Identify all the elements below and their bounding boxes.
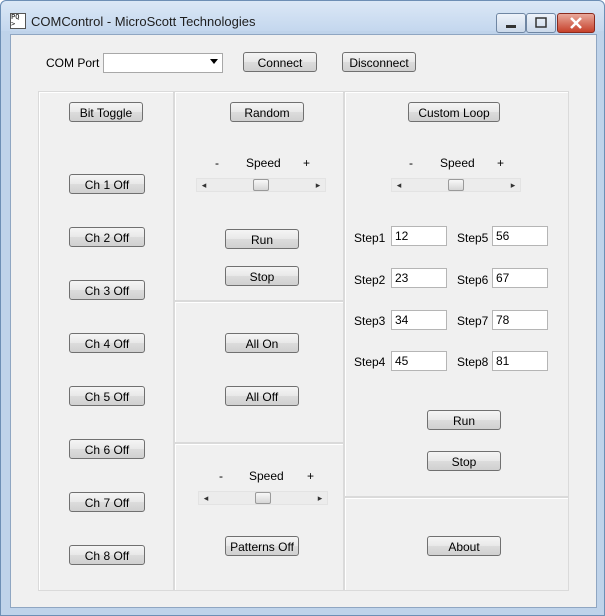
ch4-toggle-button[interactable]: Ch 4 Off [69,333,145,353]
com-port-select[interactable] [103,53,223,73]
custom-speed-minus-label: - [409,156,413,170]
minimize-button[interactable] [496,13,526,33]
step2-label: Step2 [354,273,386,287]
random-button[interactable]: Random [230,102,304,122]
step4-label: Step4 [354,355,386,369]
slider-thumb[interactable] [253,179,269,191]
step3-input[interactable]: 34 [391,310,447,330]
all-panel [174,301,344,443]
close-icon [570,17,582,29]
app-window: PQ > COMControl - MicroScott Technologie… [0,0,605,616]
arrow-right-icon[interactable]: ▸ [312,179,324,191]
ch8-toggle-button[interactable]: Ch 8 Off [69,545,145,565]
step8-input[interactable]: 81 [492,351,548,371]
minimize-icon [506,25,516,28]
step5-input[interactable]: 56 [492,226,548,246]
title-bar[interactable]: PQ > COMControl - MicroScott Technologie… [1,1,604,33]
ch2-toggle-button[interactable]: Ch 2 Off [69,227,145,247]
step8-label: Step8 [457,355,489,369]
arrow-right-icon[interactable]: ▸ [507,179,519,191]
connect-button[interactable]: Connect [243,52,317,72]
random-run-button[interactable]: Run [225,229,299,249]
about-button[interactable]: About [427,536,501,556]
step2-input[interactable]: 23 [391,268,447,288]
arrow-left-icon[interactable]: ◂ [200,492,212,504]
disconnect-button[interactable]: Disconnect [342,52,416,72]
step7-input[interactable]: 78 [492,310,548,330]
step6-input[interactable]: 67 [492,268,548,288]
close-button[interactable] [557,13,595,33]
custom-loop-button[interactable]: Custom Loop [408,102,500,122]
patterns-panel [174,443,344,591]
patterns-speed-label: Speed [249,469,284,483]
custom-stop-button[interactable]: Stop [427,451,501,471]
maximize-icon [535,17,547,28]
ch1-toggle-button[interactable]: Ch 1 Off [69,174,145,194]
random-speed-label: Speed [246,156,281,170]
arrow-left-icon[interactable]: ◂ [393,179,405,191]
maximize-button[interactable] [526,13,556,33]
custom-speed-label: Speed [440,156,475,170]
step5-label: Step5 [457,231,489,245]
com-port-label: COM Port [46,56,100,70]
client-area: COM Port Connect Disconnect Bit Toggle C… [10,34,597,608]
bit-toggle-button[interactable]: Bit Toggle [69,102,143,122]
all-off-button[interactable]: All Off [225,386,299,406]
random-speed-slider[interactable]: ◂ ▸ [196,178,326,192]
step6-label: Step6 [457,273,489,287]
custom-speed-slider[interactable]: ◂ ▸ [391,178,521,192]
arrow-left-icon[interactable]: ◂ [198,179,210,191]
custom-loop-panel [344,91,569,497]
step7-label: Step7 [457,314,489,328]
arrow-right-icon[interactable]: ▸ [314,492,326,504]
step1-input[interactable]: 12 [391,226,447,246]
patterns-off-button[interactable]: Patterns Off [225,536,299,556]
chevron-down-icon [210,59,218,64]
window-title: COMControl - MicroScott Technologies [31,14,256,29]
custom-run-button[interactable]: Run [427,410,501,430]
step1-label: Step1 [354,231,386,245]
random-speed-plus-label: + [303,156,311,170]
slider-thumb[interactable] [448,179,464,191]
slider-thumb[interactable] [255,492,271,504]
step3-label: Step3 [354,314,386,328]
app-icon: PQ > [10,13,26,29]
patterns-speed-minus-label: - [219,469,223,483]
ch6-toggle-button[interactable]: Ch 6 Off [69,439,145,459]
ch5-toggle-button[interactable]: Ch 5 Off [69,386,145,406]
step4-input[interactable]: 45 [391,351,447,371]
random-speed-minus-label: - [215,156,219,170]
custom-speed-plus-label: + [497,156,505,170]
patterns-speed-slider[interactable]: ◂ ▸ [198,491,328,505]
ch3-toggle-button[interactable]: Ch 3 Off [69,280,145,300]
random-stop-button[interactable]: Stop [225,266,299,286]
all-on-button[interactable]: All On [225,333,299,353]
ch7-toggle-button[interactable]: Ch 7 Off [69,492,145,512]
patterns-speed-plus-label: + [307,469,315,483]
